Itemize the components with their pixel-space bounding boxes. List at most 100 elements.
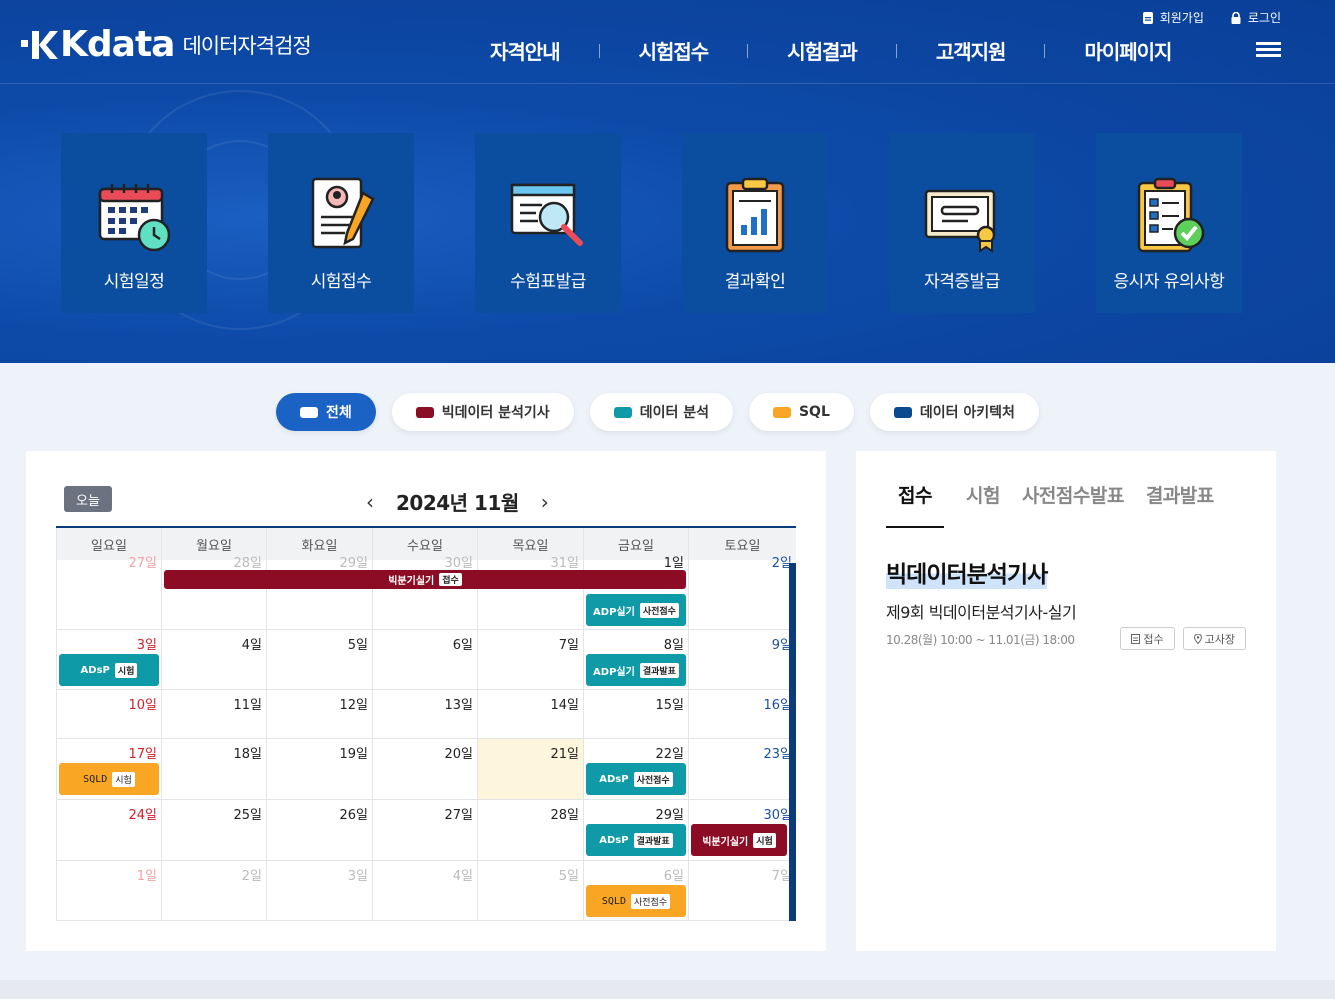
calendar-event[interactable]: 빅분기실기 시험 xyxy=(691,824,787,856)
calendar-event[interactable]: SQLD 사전점수 xyxy=(586,885,686,917)
nav-item-qualification[interactable]: 자격안내 xyxy=(490,36,561,65)
apply-button[interactable]: 접수 xyxy=(1120,627,1175,650)
day-cell[interactable]: 15일 xyxy=(583,690,688,739)
day-cell[interactable]: 7일 xyxy=(688,861,796,921)
day-cell[interactable]: 14일 xyxy=(477,690,583,739)
day-cell[interactable]: 29일 ADsP 결과발표 xyxy=(583,800,688,861)
day-cell[interactable]: 1일 xyxy=(56,861,161,921)
day-cell[interactable]: 13일 xyxy=(372,690,477,739)
tab-pre-score[interactable]: 사전점수발표 xyxy=(1022,481,1124,528)
day-cell[interactable]: 19일 xyxy=(266,739,372,800)
day-cell[interactable]: 18일 xyxy=(161,739,266,800)
tile-label: 응시자 유의사항 xyxy=(1113,272,1225,292)
day-cell[interactable]: 7일 xyxy=(477,630,583,690)
tab-exam[interactable]: 시험 xyxy=(966,481,1000,528)
day-cell[interactable]: 28일 xyxy=(477,800,583,861)
day-number: 16일 xyxy=(763,698,792,713)
tab-result[interactable]: 결과발표 xyxy=(1146,481,1214,528)
tile-candidate-notice[interactable]: 응시자 유의사항 xyxy=(1096,133,1242,313)
day-cell[interactable]: 3일 xyxy=(266,861,372,921)
event-name: 빅분기실기 xyxy=(388,576,435,587)
day-cell[interactable]: 27일 xyxy=(56,556,161,630)
weekday-header: 일요일 월요일 화요일 수요일 목요일 금요일 토요일 xyxy=(56,528,796,560)
calendar-span-event[interactable]: 빅분기실기 접수 xyxy=(164,570,686,589)
nav-item-exam-apply[interactable]: 시험접수 xyxy=(639,36,710,65)
day-cell[interactable]: 16일 xyxy=(688,690,796,739)
day-number: 20일 xyxy=(444,747,473,762)
day-cell[interactable]: 20일 xyxy=(372,739,477,800)
event-name: SQLD xyxy=(83,773,108,785)
filter-sql[interactable]: SQL xyxy=(748,393,854,431)
detail-title: 빅데이터분석기사 xyxy=(886,555,1048,589)
site-logo[interactable]: Kdata 데이터자격검정 xyxy=(20,27,312,63)
tile-admission-ticket[interactable]: 수험표발급 xyxy=(475,133,621,313)
day-cell[interactable]: 10일 xyxy=(56,690,161,739)
calendar-event[interactable]: ADsP 사전점수 xyxy=(586,763,686,795)
day-cell[interactable]: 26일 xyxy=(266,800,372,861)
day-cell[interactable]: 6일 SQLD 사전점수 xyxy=(583,861,688,921)
nav-item-support[interactable]: 고객지원 xyxy=(936,36,1007,65)
calendar-event[interactable]: ADsP 결과발표 xyxy=(586,824,686,856)
calendar-grid: 일요일 월요일 화요일 수요일 목요일 금요일 토요일 27일 28일 29일 … xyxy=(56,526,796,921)
day-cell[interactable]: 8일 ADP실기 결과발표 xyxy=(583,630,688,690)
day-cell[interactable]: 23일 xyxy=(688,739,796,800)
footer-strip xyxy=(0,980,1335,999)
event-name: ADsP xyxy=(599,773,629,785)
day-cell[interactable]: 2일 xyxy=(161,861,266,921)
calendar-event[interactable]: ADP실기 사전점수 xyxy=(586,594,686,626)
day-cell[interactable]: 4일 xyxy=(161,630,266,690)
next-month-button[interactable]: › xyxy=(541,490,549,514)
day-cell[interactable]: 30일 빅분기실기 시험 xyxy=(688,800,796,861)
filter-data-architecture[interactable]: 데이터 아키텍처 xyxy=(869,393,1039,431)
filter-swatch xyxy=(415,406,434,418)
tile-certificate[interactable]: 자격증발급 xyxy=(889,133,1035,313)
day-number: 29일 xyxy=(655,808,684,823)
calendar-scrollbar[interactable] xyxy=(789,563,796,921)
nav-item-exam-result[interactable]: 시험결과 xyxy=(787,36,858,65)
today-button[interactable]: 오늘 xyxy=(64,486,112,512)
day-cell[interactable]: 5일 xyxy=(266,630,372,690)
hero-banner: Kdata 데이터자격검정 회원가입 로그인 자격안내 시험접수 시험결과 고객… xyxy=(0,0,1335,363)
day-cell[interactable]: 5일 xyxy=(477,861,583,921)
event-name: ADsP xyxy=(599,834,629,846)
day-cell[interactable]: 3일 ADsP 시험 xyxy=(56,630,161,690)
venue-button[interactable]: 고사장 xyxy=(1182,627,1246,650)
event-tag: 시험 xyxy=(753,832,776,848)
signup-link[interactable]: 회원가입 xyxy=(1142,9,1204,26)
day-number: 18일 xyxy=(233,747,262,762)
calendar-week: 3일 ADsP 시험 4일 5일 6일 7일 8일 ADP실기 결과발표 9일 xyxy=(56,630,796,690)
day-cell[interactable]: 24일 xyxy=(56,800,161,861)
nav-item-mypage[interactable]: 마이페이지 xyxy=(1084,36,1172,65)
login-link[interactable]: 로그인 xyxy=(1230,9,1281,26)
day-number: 28일 xyxy=(550,808,579,823)
day-cell[interactable]: 25일 xyxy=(161,800,266,861)
day-cell-today[interactable]: 21일 xyxy=(477,739,583,800)
calendar-event[interactable]: SQLD 시험 xyxy=(59,763,159,795)
day-cell[interactable]: 17일 SQLD 시험 xyxy=(56,739,161,800)
prev-month-button[interactable]: ‹ xyxy=(366,490,374,514)
day-cell[interactable]: 22일 ADsP 사전점수 xyxy=(583,739,688,800)
day-cell[interactable]: 9일 xyxy=(688,630,796,690)
filter-bigdata-analyst[interactable]: 빅데이터 분석기사 xyxy=(391,393,574,431)
day-cell[interactable]: 2일 xyxy=(688,556,796,630)
quick-menu: 시험일정 시험접수 수험표발급 결과확인 자격증발급 응시자 유의사항 xyxy=(61,133,1242,313)
calendar-week: 17일 SQLD 시험 18일 19일 20일 21일 22일 ADsP 사전점수 … xyxy=(56,739,796,800)
hamburger-menu-icon[interactable] xyxy=(1256,42,1281,58)
day-number: 1일 xyxy=(136,869,157,884)
filter-data-analysis[interactable]: 데이터 분석 xyxy=(589,393,733,431)
calendar-event[interactable]: ADP실기 결과발표 xyxy=(586,654,686,686)
nav-separator xyxy=(1044,43,1046,58)
day-number: 30일 xyxy=(763,808,792,823)
day-cell[interactable]: 12일 xyxy=(266,690,372,739)
day-cell[interactable]: 6일 xyxy=(372,630,477,690)
tile-result-check[interactable]: 결과확인 xyxy=(682,133,828,313)
day-cell[interactable]: 11일 xyxy=(161,690,266,739)
detail-subtitle[interactable]: 제9회 빅데이터분석기사-실기 xyxy=(886,599,1077,623)
day-cell[interactable]: 27일 xyxy=(372,800,477,861)
tile-exam-apply[interactable]: 시험접수 xyxy=(268,133,414,313)
day-cell[interactable]: 4일 xyxy=(372,861,477,921)
calendar-event[interactable]: ADsP 시험 xyxy=(59,654,159,686)
tile-exam-schedule[interactable]: 시험일정 xyxy=(61,133,207,313)
tab-apply[interactable]: 접수 xyxy=(886,481,944,528)
filter-all[interactable]: 전체 xyxy=(276,393,376,431)
